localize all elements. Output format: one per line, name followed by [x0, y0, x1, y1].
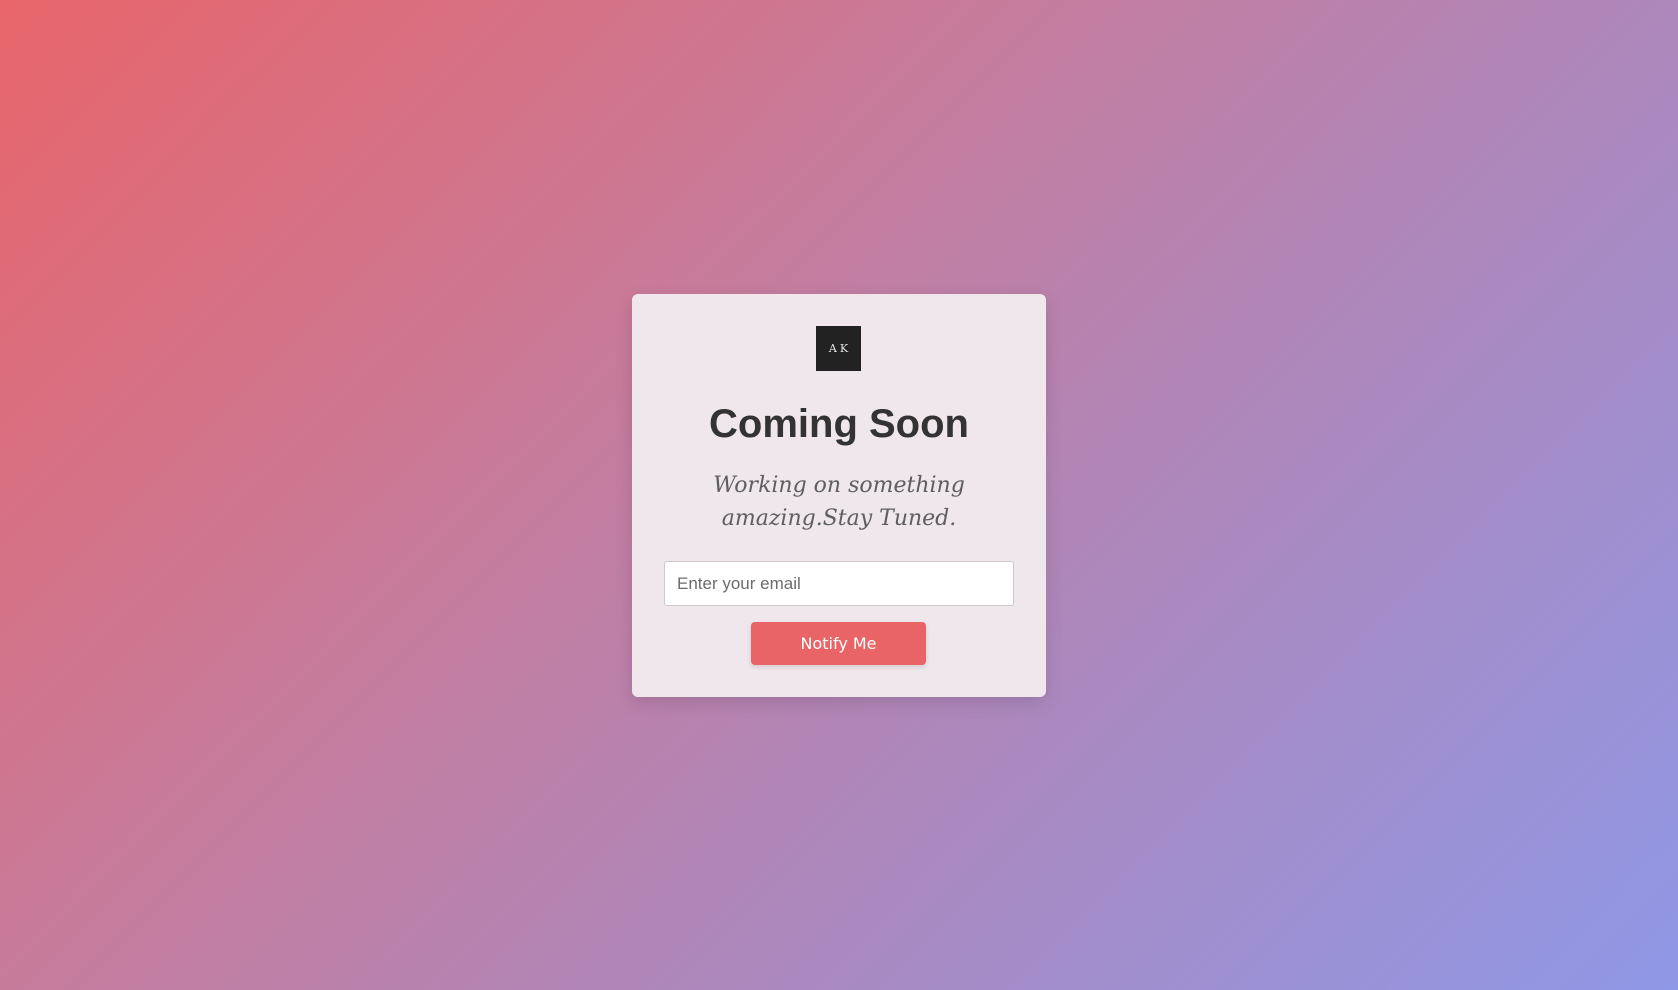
page-title: Coming Soon: [709, 402, 969, 446]
logo-text: AK: [828, 342, 852, 355]
email-input[interactable]: [664, 561, 1014, 606]
logo: AK: [816, 326, 861, 371]
tagline: Working on something amazing.Stay Tuned.: [713, 473, 965, 531]
coming-soon-card: AK Coming Soon Working on something amaz…: [632, 294, 1046, 697]
notify-me-button[interactable]: Notify Me: [751, 622, 926, 665]
